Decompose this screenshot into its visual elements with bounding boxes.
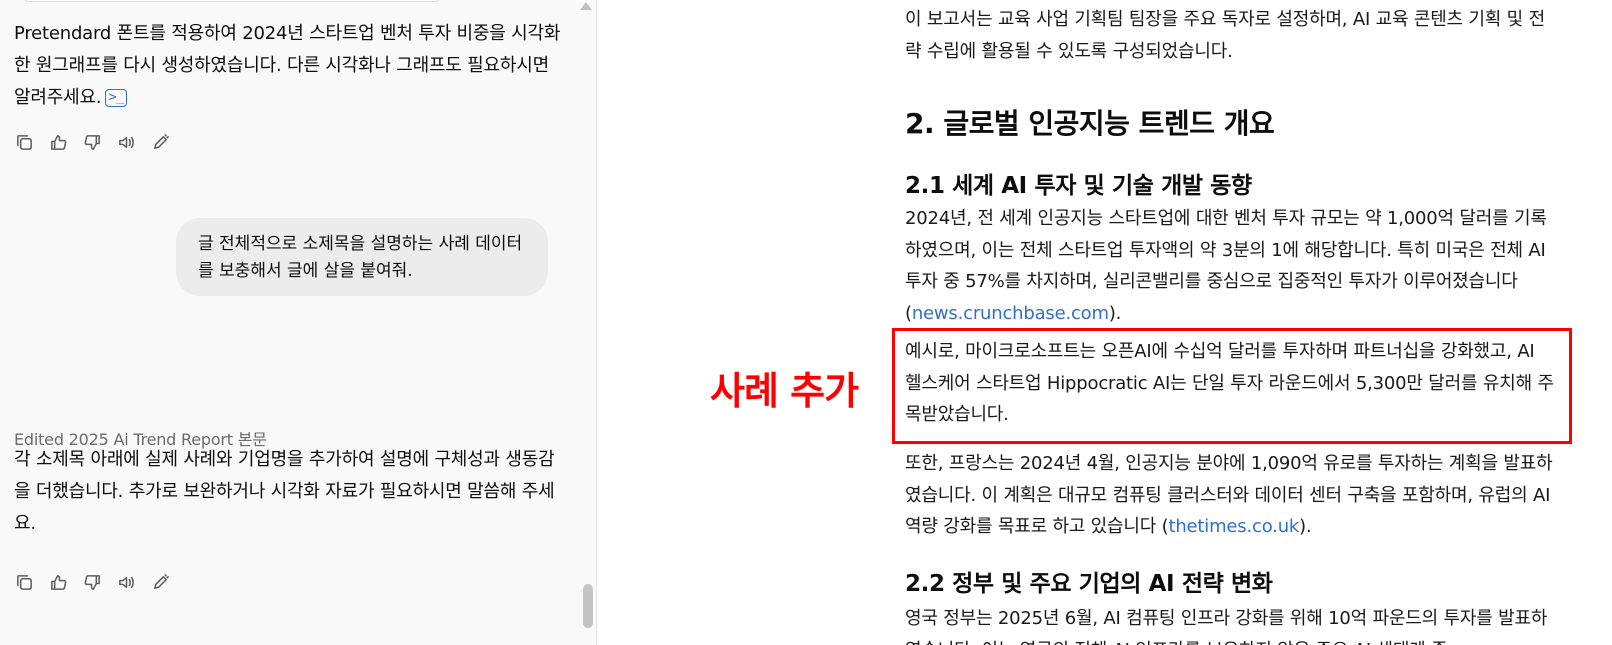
assistant-actions-1 xyxy=(14,132,170,156)
edit-icon xyxy=(153,133,169,149)
thumbs-down-icon xyxy=(84,574,100,590)
read-aloud-button-2[interactable] xyxy=(116,572,136,592)
assistant-message-2: 각 소제목 아래에 실제 사례와 기업명을 추가하여 설명에 구체성과 생동감을… xyxy=(14,444,564,540)
read-aloud-icon xyxy=(118,576,134,588)
doc-heading-2: 2. 글로벌 인공지능 트렌드 개요 xyxy=(905,107,1275,140)
chat-scrollbar[interactable] xyxy=(580,0,596,645)
previous-output-card xyxy=(22,0,442,2)
thumbs-up-icon xyxy=(50,574,66,590)
copy-icon xyxy=(16,574,32,590)
scroll-thumb[interactable] xyxy=(583,584,593,628)
edit-button-2[interactable] xyxy=(150,572,170,592)
thumbs-down-button-2[interactable] xyxy=(82,572,102,592)
thumbs-down-icon xyxy=(84,134,100,150)
thumbs-down-button[interactable] xyxy=(82,132,102,152)
doc-paragraph-1: 2024년, 전 세계 인공지능 스타트업에 대한 벤처 투자 규모는 약 1,… xyxy=(905,203,1555,329)
copy-button-2[interactable] xyxy=(14,572,34,592)
user-message-bubble: 글 전체적으로 소제목을 설명하는 사례 데이터를 보충해서 글에 살을 붙여줘… xyxy=(176,218,548,296)
read-aloud-icon xyxy=(118,136,134,148)
doc-paragraph-1-end: ). xyxy=(1108,302,1122,324)
doc-paragraph-3-end: ). xyxy=(1299,516,1312,537)
source-link-thetimes[interactable]: thetimes.co.uk xyxy=(1168,516,1299,537)
document-canvas[interactable]: 이 보고서는 교육 사업 기획팀 팀장을 주요 독자로 설정하며, AI 교육 … xyxy=(905,0,1565,645)
copy-button[interactable] xyxy=(14,132,34,152)
edit-icon xyxy=(153,573,169,589)
doc-paragraph-4: 영국 정부는 2025년 6월, AI 컴퓨팅 인프라 강화를 위해 10억 파… xyxy=(905,608,1548,645)
source-link-crunchbase[interactable]: news.crunchbase.com xyxy=(912,303,1109,324)
panel-divider xyxy=(596,0,597,645)
assistant-message-2-text: 각 소제목 아래에 실제 사례와 기업명을 추가하여 설명에 구체성과 생동감을… xyxy=(14,449,555,534)
doc-paragraph-2-added-example: 예시로, 마이크로소프트는 오픈AI에 수십억 달러를 투자하며 파트너십을 강… xyxy=(905,341,1554,425)
thumbs-up-icon xyxy=(50,134,66,150)
annotation-label: 사례 추가 xyxy=(710,369,859,413)
doc-paragraph-3: 또한, 프랑스는 2024년 4월, 인공지능 분야에 1,090억 유로를 투… xyxy=(905,448,1555,543)
copy-icon xyxy=(16,134,32,150)
doc-heading-2-1: 2.1 세계 AI 투자 및 기술 개발 동향 xyxy=(905,173,1252,199)
doc-heading-2-2: 2.2 정부 및 주요 기업의 AI 전략 변화 xyxy=(905,571,1273,597)
assistant-message-1-text: Pretendard 폰트를 적용하여 2024년 스타트업 벤처 투자 비중을… xyxy=(14,23,561,108)
thumbs-up-button-2[interactable] xyxy=(48,572,68,592)
code-citation-icon[interactable]: >_ xyxy=(105,89,128,107)
assistant-message-1: Pretendard 폰트를 적용하여 2024년 스타트업 벤처 투자 비중을… xyxy=(14,18,564,114)
thumbs-up-button[interactable] xyxy=(48,132,68,152)
read-aloud-button[interactable] xyxy=(116,132,136,152)
assistant-actions-2 xyxy=(14,572,170,596)
scroll-up-arrow-icon[interactable] xyxy=(580,2,592,10)
doc-intro-paragraph: 이 보고서는 교육 사업 기획팀 팀장을 주요 독자로 설정하며, AI 교육 … xyxy=(905,9,1545,62)
chat-panel: Pretendard 폰트를 적용하여 2024년 스타트업 벤처 투자 비중을… xyxy=(0,0,596,645)
edit-button[interactable] xyxy=(150,132,170,152)
user-message-text: 글 전체적으로 소제목을 설명하는 사례 데이터를 보충해서 글에 살을 붙여줘… xyxy=(198,234,523,281)
